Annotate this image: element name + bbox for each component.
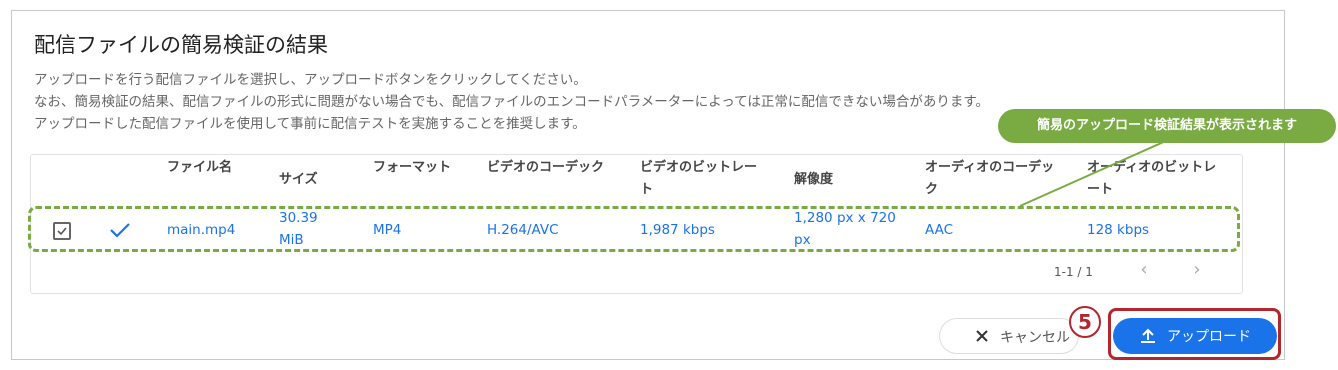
upload-button[interactable]: アップロード <box>1113 318 1277 354</box>
upload-button-label: アップロード <box>1167 329 1251 345</box>
upload-icon <box>1141 328 1155 343</box>
step-number-badge: 5 <box>1069 306 1101 338</box>
cancel-button[interactable]: キャンセル <box>939 318 1079 354</box>
close-icon <box>976 330 988 342</box>
cancel-button-label: キャンセル <box>1000 330 1070 346</box>
callout-annotation: 簡易のアップロード検証結果が表示されます <box>998 109 1336 143</box>
